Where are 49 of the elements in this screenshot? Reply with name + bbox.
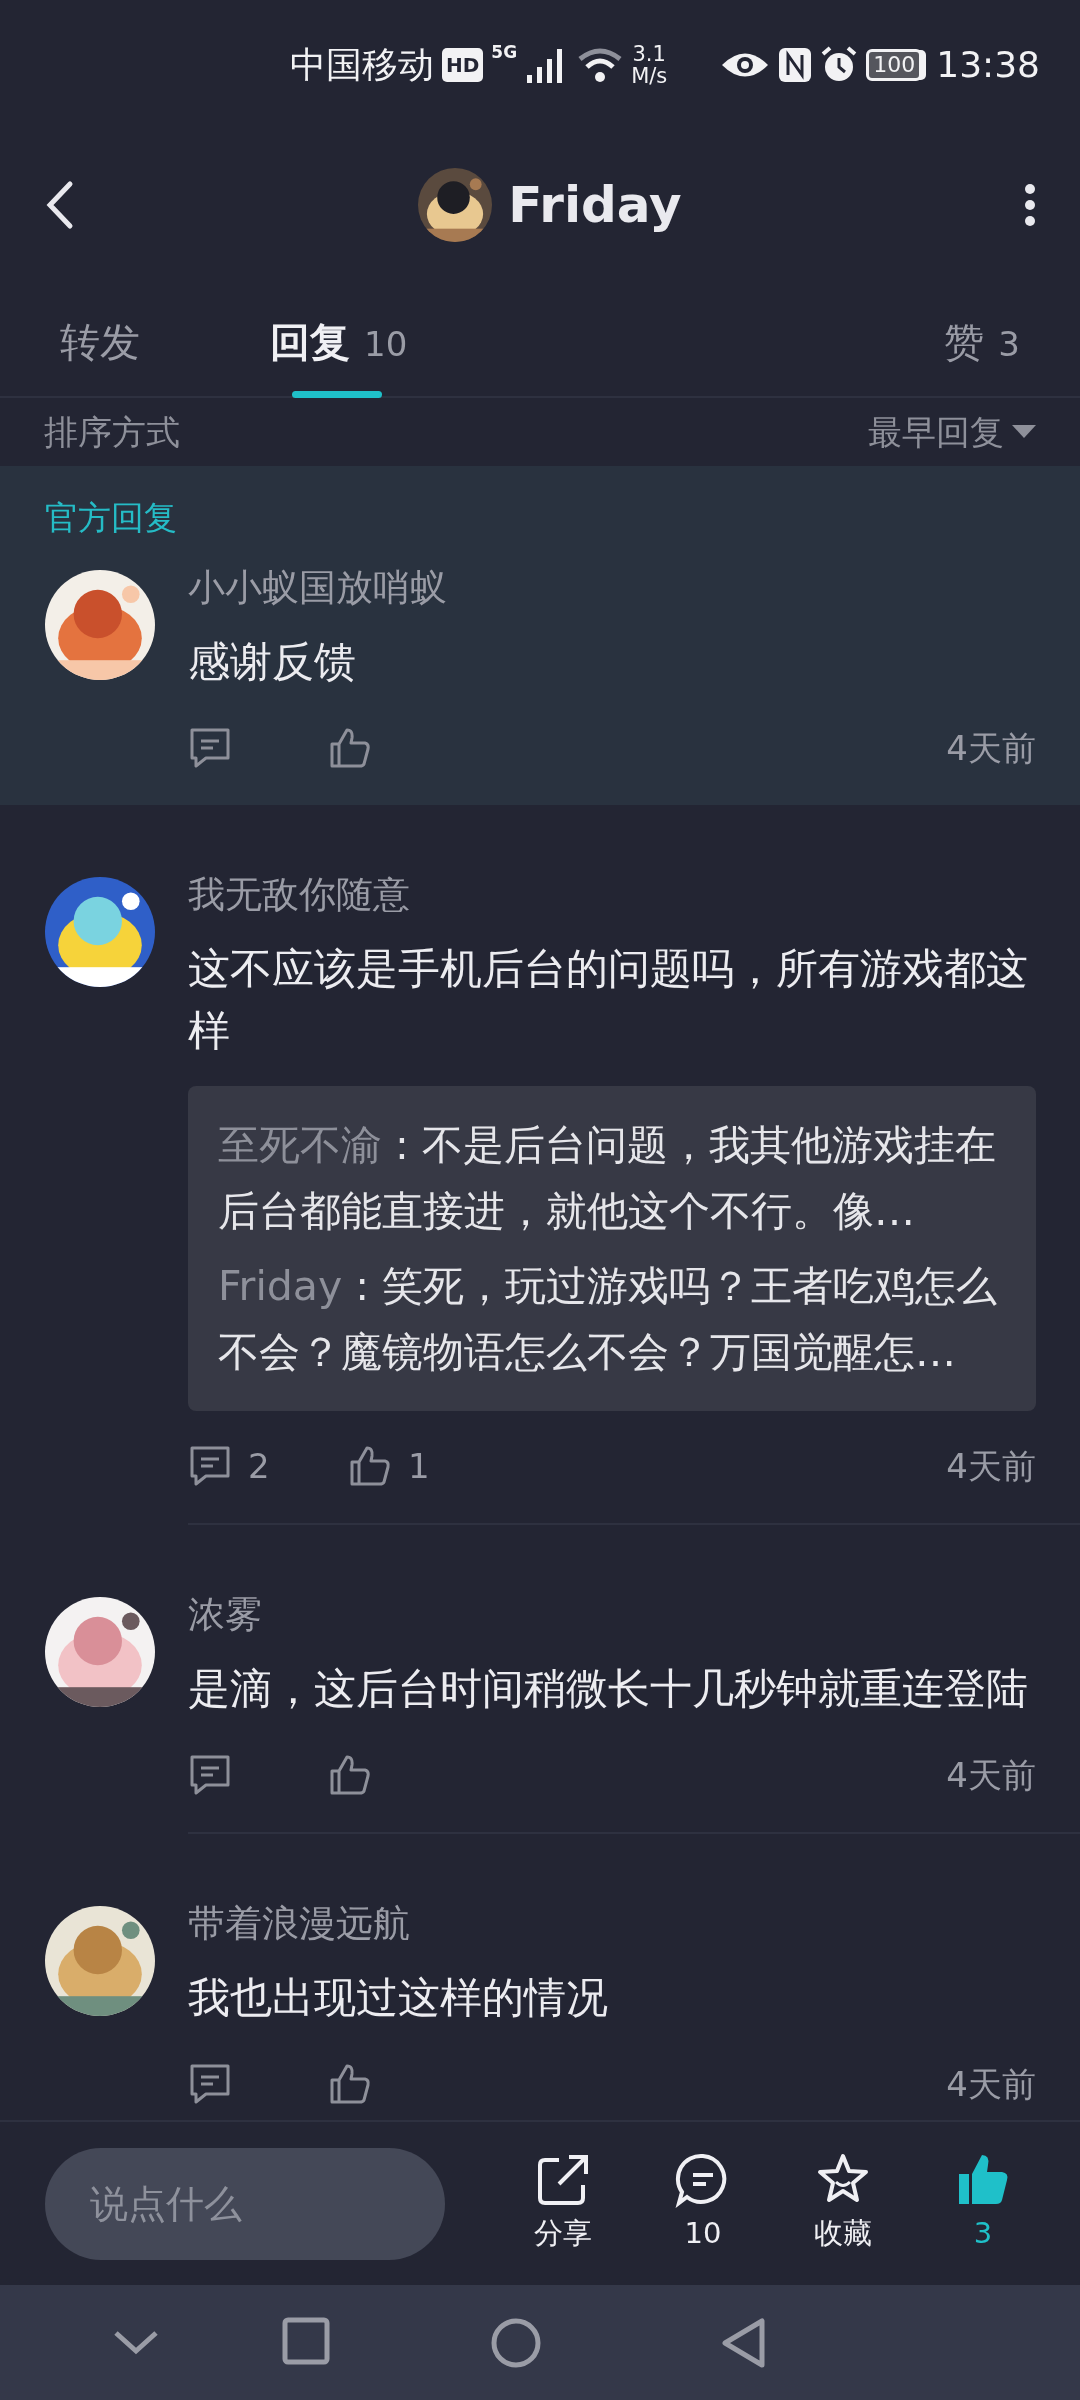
- comment-button[interactable]: 10: [633, 2151, 773, 2256]
- battery-indicator: 100: [866, 49, 923, 81]
- comment-author: 浓雾: [188, 1592, 263, 1638]
- like-icon[interactable]: [328, 2062, 372, 2106]
- speed-value: 3.1: [631, 42, 667, 65]
- sort-dropdown[interactable]: 最早回复: [868, 406, 1036, 458]
- like-icon[interactable]: [348, 1444, 392, 1488]
- hd-badge: HD: [442, 48, 484, 82]
- comment-input[interactable]: 说点什么: [45, 2147, 445, 2260]
- speed-unit: M/s: [631, 65, 668, 88]
- comment-author: 小小蚁国放哨蚁: [188, 565, 448, 611]
- wifi-icon: [577, 47, 624, 83]
- comment-text: 感谢反馈: [188, 636, 357, 688]
- comment-author: 我无敌你随意: [188, 872, 411, 918]
- like-icon[interactable]: [328, 1753, 372, 1797]
- share-button[interactable]: 分享: [493, 2151, 633, 2256]
- comment-time: 4天前: [946, 2062, 1036, 2106]
- comment-icon[interactable]: [188, 2062, 232, 2106]
- reply-line: 至死不渝 : 不是后台问题，我其他游戏挂在后台都能直接进，就他这个不行。像…: [218, 1120, 997, 1237]
- favorite-button[interactable]: 收藏: [773, 2151, 913, 2256]
- like-count: 1: [408, 1444, 430, 1488]
- reply-count: 2: [248, 1444, 270, 1488]
- tab[interactable]: 赞 3: [944, 318, 1020, 396]
- comment-icon[interactable]: [188, 1753, 232, 1797]
- nfc-icon: [778, 47, 813, 83]
- home-icon[interactable]: [490, 2316, 542, 2369]
- tab[interactable]: 转发: [60, 318, 140, 396]
- user-title: Friday: [508, 174, 682, 236]
- comment-text: 我也出现过这样的情况: [188, 1972, 609, 2024]
- network-type: 5G: [491, 41, 518, 64]
- clock-time: 13:38: [936, 43, 1040, 87]
- carrier-name: 中国移动: [290, 43, 434, 87]
- like-icon[interactable]: [328, 726, 372, 770]
- sort-label: 排序方式: [44, 410, 180, 454]
- like-button[interactable]: 3: [913, 2151, 1053, 2256]
- comment-text: 这不应该是手机后台的问题吗，所有游戏都这样: [188, 943, 1029, 1057]
- tab[interactable]: 回复 10: [270, 318, 408, 396]
- comment-author: 带着浪漫远航: [188, 1901, 411, 1947]
- reply-preview-box[interactable]: 至死不渝 : 不是后台问题，我其他游戏挂在后台都能直接进，就他这个不行。像… Friday : 笑死，玩过游戏吗？王者吃鸡怎么不会？魔镜物语怎么不会？万国觉醒怎…: [188, 1086, 1036, 1411]
- comment-icon[interactable]: [188, 726, 232, 770]
- comment-icon[interactable]: [188, 1444, 232, 1488]
- reply-line: Friday : 笑死，玩过游戏吗？王者吃鸡怎么不会？魔镜物语怎么不会？万国觉醒怎…: [218, 1261, 999, 1378]
- comment-time: 4天前: [946, 726, 1036, 770]
- alarm-icon: [820, 46, 859, 84]
- comment-time: 4天前: [946, 1753, 1036, 1797]
- section-label: 官方回复: [45, 497, 178, 539]
- comment-time: 4天前: [946, 1444, 1036, 1488]
- comment-text: 是滴，这后台时间稍微长十几秒钟就重连登陆: [188, 1663, 1029, 1715]
- caret-icon: [1012, 425, 1036, 439]
